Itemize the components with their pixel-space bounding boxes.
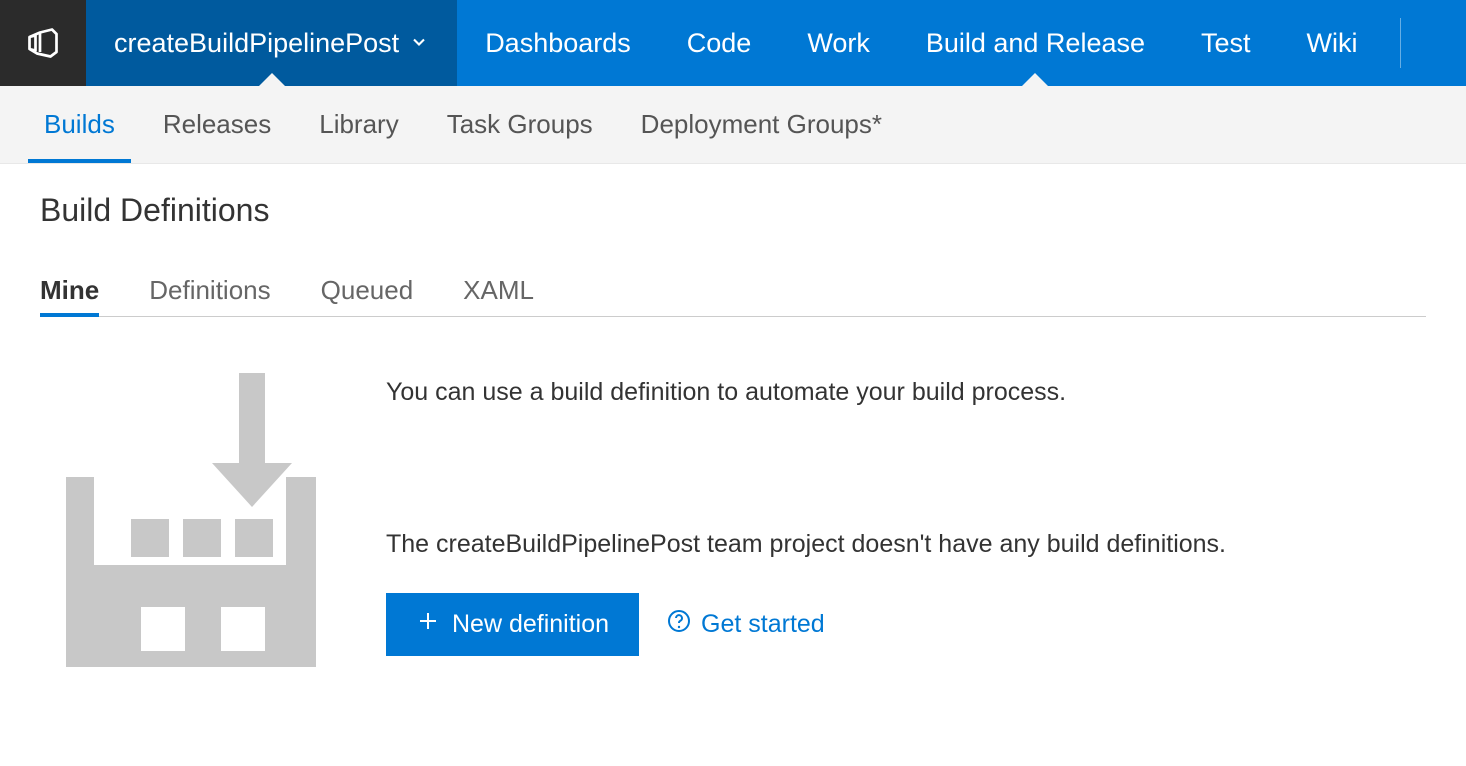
nav-wiki[interactable]: Wiki xyxy=(1279,0,1386,86)
empty-state: You can use a build definition to automa… xyxy=(40,367,1426,672)
build-illustration-icon xyxy=(66,367,316,672)
nav-dashboards-label: Dashboards xyxy=(485,28,631,59)
help-icon xyxy=(667,609,691,640)
plus-icon xyxy=(416,609,440,640)
top-navigation: createBuildPipelinePost Dashboards Code … xyxy=(0,0,1466,86)
button-row: New definition Get started xyxy=(386,593,1426,656)
project-name-label: createBuildPipelinePost xyxy=(114,28,399,59)
sub-nav-library[interactable]: Library xyxy=(295,86,422,163)
page-title: Build Definitions xyxy=(40,192,1426,229)
nav-dashboards[interactable]: Dashboards xyxy=(457,0,659,86)
empty-subtext: The createBuildPipelinePost team project… xyxy=(386,530,1426,559)
tab-queued-label: Queued xyxy=(321,275,414,305)
nav-work[interactable]: Work xyxy=(779,0,898,86)
sub-nav-builds-label: Builds xyxy=(44,109,115,140)
tab-mine[interactable]: Mine xyxy=(40,265,99,316)
sub-nav-task-groups-label: Task Groups xyxy=(447,109,593,140)
get-started-label: Get started xyxy=(701,610,825,639)
sub-nav-builds[interactable]: Builds xyxy=(20,86,139,163)
nav-build-and-release[interactable]: Build and Release xyxy=(898,0,1173,86)
sub-nav-deployment-groups[interactable]: Deployment Groups* xyxy=(617,86,906,163)
tab-definitions[interactable]: Definitions xyxy=(149,265,270,316)
nav-test-label: Test xyxy=(1201,28,1251,59)
vsts-logo-icon xyxy=(25,25,61,61)
nav-divider xyxy=(1400,18,1401,68)
empty-description: You can use a build definition to automa… xyxy=(386,375,1426,410)
new-definition-label: New definition xyxy=(452,610,609,639)
sub-nav-releases-label: Releases xyxy=(163,109,271,140)
get-started-link[interactable]: Get started xyxy=(667,609,825,640)
chevron-down-icon xyxy=(409,28,429,59)
page-content: Build Definitions Mine Definitions Queue… xyxy=(0,164,1466,700)
nav-test[interactable]: Test xyxy=(1173,0,1279,86)
project-selector[interactable]: createBuildPipelinePost xyxy=(86,0,457,86)
sub-nav-deployment-groups-label: Deployment Groups* xyxy=(641,109,882,140)
new-definition-button[interactable]: New definition xyxy=(386,593,639,656)
tab-mine-label: Mine xyxy=(40,275,99,305)
nav-work-label: Work xyxy=(807,28,870,59)
sub-navigation: Builds Releases Library Task Groups Depl… xyxy=(0,86,1466,164)
tab-definitions-label: Definitions xyxy=(149,275,270,305)
nav-wiki-label: Wiki xyxy=(1307,28,1358,59)
sub-nav-task-groups[interactable]: Task Groups xyxy=(423,86,617,163)
empty-state-text: You can use a build definition to automa… xyxy=(386,367,1426,656)
sub-nav-library-label: Library xyxy=(319,109,398,140)
nav-build-release-label: Build and Release xyxy=(926,28,1145,59)
tab-xaml[interactable]: XAML xyxy=(463,265,534,316)
content-tabs: Mine Definitions Queued XAML xyxy=(40,265,1426,317)
sub-nav-releases[interactable]: Releases xyxy=(139,86,295,163)
tab-queued[interactable]: Queued xyxy=(321,265,414,316)
tab-xaml-label: XAML xyxy=(463,275,534,305)
nav-code-label: Code xyxy=(687,28,752,59)
vsts-logo[interactable] xyxy=(0,0,86,86)
nav-code[interactable]: Code xyxy=(659,0,780,86)
